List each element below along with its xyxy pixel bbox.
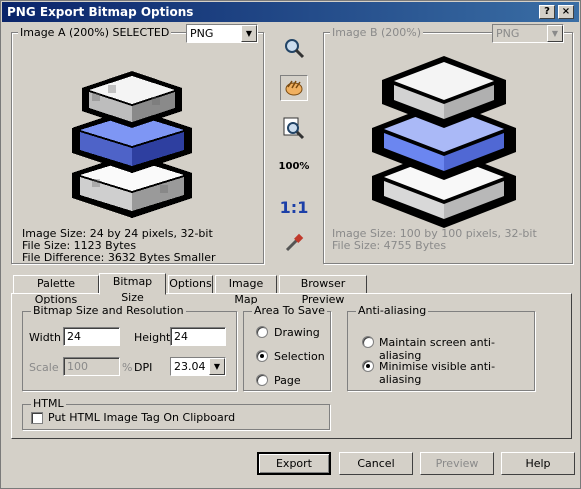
- tab-options[interactable]: Options: [168, 275, 213, 294]
- html-group: HTML Put HTML Image Tag On Clipboard: [22, 397, 330, 430]
- percent-sign: %: [122, 361, 133, 374]
- width-input[interactable]: 24: [63, 327, 120, 346]
- anti-aliasing-group: Anti-aliasing Maintain screen anti-alias…: [347, 304, 535, 391]
- html-group-label: HTML: [31, 397, 66, 410]
- eyedropper-tool-button[interactable]: [280, 230, 308, 256]
- zoom-tool-button[interactable]: [280, 35, 308, 61]
- image-b-file-size: File Size: 4755 Bytes: [332, 239, 447, 252]
- chevron-down-icon: ▼: [209, 358, 225, 375]
- dpi-select[interactable]: 23.04 ▼: [170, 357, 226, 376]
- scale-value: 100: [67, 360, 88, 373]
- html-tag-checkbox-label[interactable]: Put HTML Image Tag On Clipboard: [48, 411, 235, 424]
- width-value: 24: [67, 330, 81, 343]
- image-b-label: Image B (200%): [330, 26, 424, 39]
- stack-layers-pixel-preview: [72, 71, 192, 218]
- image-a-label: Image A (200%) SELECTED: [18, 26, 172, 39]
- preview-button[interactable]: Preview: [420, 452, 494, 475]
- cancel-button[interactable]: Cancel: [339, 452, 413, 475]
- tab-bitmap-size[interactable]: Bitmap Size: [99, 273, 166, 304]
- area-to-save-label: Area To Save: [252, 304, 327, 317]
- image-a-file-difference: File Difference: 3632 Bytes Smaller: [22, 251, 216, 264]
- window-title: PNG Export Bitmap Options: [7, 5, 194, 19]
- title-bar: PNG Export Bitmap Options ? ×: [2, 2, 579, 22]
- tab-palette-options[interactable]: Palette Options: [13, 275, 99, 306]
- radio-drawing-label[interactable]: Drawing: [274, 326, 320, 339]
- zoom-100-button[interactable]: 100%: [278, 153, 310, 179]
- image-b-format-select[interactable]: PNG ▼: [492, 24, 564, 43]
- actual-size-button[interactable]: 1:1: [279, 194, 309, 220]
- magnifier-icon: [285, 39, 305, 59]
- stack-layers-preview: [372, 56, 516, 228]
- chevron-down-icon: ▼: [241, 25, 257, 42]
- image-a-info: Image Size: 24 by 24 pixels, 32-bit File…: [22, 228, 216, 264]
- radio-page[interactable]: [256, 374, 268, 386]
- zoom-page-icon: [283, 117, 305, 140]
- bitmap-size-group: Bitmap Size and Resolution Width 24 Heig…: [22, 304, 237, 391]
- dpi-label: DPI: [134, 361, 153, 374]
- image-a-format-value: PNG: [190, 27, 214, 40]
- height-input[interactable]: 24: [170, 327, 226, 346]
- image-a-format-select[interactable]: PNG ▼: [186, 24, 258, 43]
- bitmap-size-tab-panel: Bitmap Size and Resolution Width 24 Heig…: [11, 293, 572, 439]
- html-tag-checkbox[interactable]: [31, 412, 43, 424]
- image-b-panel[interactable]: Image B (200%) PNG ▼ Image Size: 100 by …: [323, 24, 573, 264]
- tab-image-map[interactable]: Image Map: [215, 275, 277, 306]
- height-label: Height: [134, 331, 171, 344]
- chevron-down-icon: ▼: [547, 25, 563, 42]
- area-to-save-group: Area To Save Drawing Selection Page: [243, 304, 331, 391]
- image-b-info: Image Size: 100 by 100 pixels, 32-bit Fi…: [332, 228, 537, 252]
- dpi-value: 23.04: [174, 360, 206, 373]
- radio-selection-label[interactable]: Selection: [274, 350, 325, 363]
- radio-minimise-aa-label[interactable]: Minimise visible anti-aliasing: [379, 360, 534, 386]
- help-button[interactable]: Help: [501, 452, 575, 475]
- zoom-100-label: 100%: [278, 160, 310, 172]
- image-a-panel[interactable]: Image A (200%) SELECTED PNG ▼ Image Size…: [11, 24, 264, 264]
- radio-maintain-aa-label[interactable]: Maintain screen anti-aliasing: [379, 336, 534, 362]
- radio-selection[interactable]: [256, 350, 268, 362]
- tab-browser-preview[interactable]: Browser Preview: [279, 275, 367, 306]
- zoom-fit-button[interactable]: [280, 115, 308, 141]
- png-export-dialog: PNG Export Bitmap Options ? × Image A (2…: [0, 0, 581, 489]
- radio-minimise-aa[interactable]: [362, 360, 374, 372]
- radio-maintain-aa[interactable]: [362, 336, 374, 348]
- eyedropper-icon: [285, 233, 304, 252]
- scale-input[interactable]: 100: [63, 357, 120, 376]
- help-title-button[interactable]: ?: [539, 5, 555, 19]
- radio-page-label[interactable]: Page: [274, 374, 301, 387]
- scale-label: Scale: [29, 361, 59, 374]
- export-button[interactable]: Export: [257, 452, 331, 475]
- width-label: Width: [29, 331, 61, 344]
- radio-drawing[interactable]: [256, 326, 268, 338]
- hand-icon: [285, 80, 303, 96]
- image-b-format-value: PNG: [496, 27, 520, 40]
- hand-tool-button[interactable]: [280, 75, 308, 101]
- height-value: 24: [174, 330, 188, 343]
- anti-aliasing-label: Anti-aliasing: [356, 304, 429, 317]
- bitmap-size-group-label: Bitmap Size and Resolution: [31, 304, 186, 317]
- actual-size-label: 1:1: [279, 197, 309, 217]
- close-title-button[interactable]: ×: [558, 5, 574, 19]
